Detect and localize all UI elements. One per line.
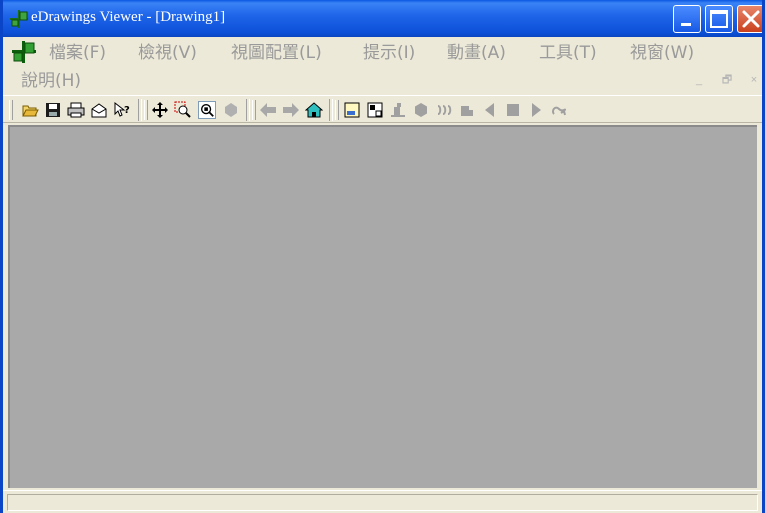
menu-file[interactable]: 檔案(F) bbox=[49, 41, 106, 65]
menu-animation[interactable]: 動畫(A) bbox=[447, 41, 506, 65]
menu-view[interactable]: 檢視(V) bbox=[138, 41, 197, 65]
solid-icon[interactable] bbox=[412, 101, 430, 119]
menu-bar: 檔案(F) 檢視(V) 視圖配置(L) 提示(I) 動畫(A) 工具(T) 視窗… bbox=[3, 37, 762, 95]
title-bar[interactable]: eDrawings Viewer - [Drawing1] bbox=[3, 0, 762, 37]
toolbar-grip[interactable] bbox=[252, 100, 256, 120]
menu-layout[interactable]: 視圖配置(L) bbox=[231, 41, 322, 65]
send-icon[interactable] bbox=[90, 101, 108, 119]
back-icon[interactable] bbox=[259, 101, 277, 119]
toolbar-separator bbox=[138, 99, 142, 121]
toolbar-grip[interactable] bbox=[335, 100, 339, 120]
play-icon[interactable] bbox=[527, 101, 545, 119]
toolbar: ? bbox=[3, 95, 762, 123]
status-bar bbox=[3, 490, 762, 513]
section-icon[interactable] bbox=[458, 101, 476, 119]
measure-icon[interactable] bbox=[389, 101, 407, 119]
menu-help[interactable]: 說明(H) bbox=[21, 69, 81, 93]
menu-tools[interactable]: 工具(T) bbox=[539, 41, 597, 65]
maximize-button[interactable] bbox=[705, 5, 733, 33]
stop-icon[interactable] bbox=[504, 101, 522, 119]
minimize-button[interactable] bbox=[673, 5, 701, 33]
zoom-fit-icon[interactable] bbox=[198, 101, 216, 119]
close-icon bbox=[742, 10, 760, 28]
toolbar-separator bbox=[329, 99, 333, 121]
mdi-close-button[interactable]: × bbox=[747, 73, 761, 87]
sheet-format-icon[interactable] bbox=[366, 101, 384, 119]
sheet-icon[interactable] bbox=[343, 101, 361, 119]
prev-icon[interactable] bbox=[481, 101, 499, 119]
close-button[interactable] bbox=[737, 5, 762, 33]
pan-icon[interactable] bbox=[151, 101, 169, 119]
open-icon[interactable] bbox=[21, 101, 39, 119]
home-icon[interactable] bbox=[305, 101, 323, 119]
explode-icon[interactable] bbox=[435, 101, 453, 119]
edrawings-icon[interactable] bbox=[11, 40, 37, 64]
save-icon[interactable] bbox=[44, 101, 62, 119]
zoom-box-icon[interactable] bbox=[174, 101, 192, 119]
menu-hint[interactable]: 提示(I) bbox=[363, 41, 415, 65]
drawing-canvas[interactable] bbox=[8, 125, 757, 488]
app-window: eDrawings Viewer - [Drawing1] 檔案(F) 檢視(V… bbox=[0, 0, 765, 513]
rotate-icon[interactable] bbox=[222, 101, 240, 119]
loop-icon[interactable] bbox=[550, 101, 568, 119]
svg-text:?: ? bbox=[124, 105, 130, 116]
minimize-icon bbox=[681, 23, 691, 26]
window-title: eDrawings Viewer - [Drawing1] bbox=[31, 9, 226, 25]
menu-window[interactable]: 視窗(W) bbox=[630, 41, 694, 65]
mdi-restore-button[interactable]: 🗗 bbox=[720, 73, 734, 87]
whats-this-icon[interactable]: ? bbox=[113, 101, 131, 119]
toolbar-separator bbox=[246, 99, 250, 121]
toolbar-grip[interactable] bbox=[9, 100, 13, 120]
print-icon[interactable] bbox=[67, 101, 85, 119]
toolbar-grip[interactable] bbox=[144, 100, 148, 120]
status-pane bbox=[7, 494, 758, 511]
mdi-minimize-button[interactable]: _ bbox=[692, 73, 706, 87]
forward-icon[interactable] bbox=[282, 101, 300, 119]
edrawings-icon[interactable] bbox=[9, 9, 29, 29]
maximize-icon bbox=[710, 10, 728, 28]
